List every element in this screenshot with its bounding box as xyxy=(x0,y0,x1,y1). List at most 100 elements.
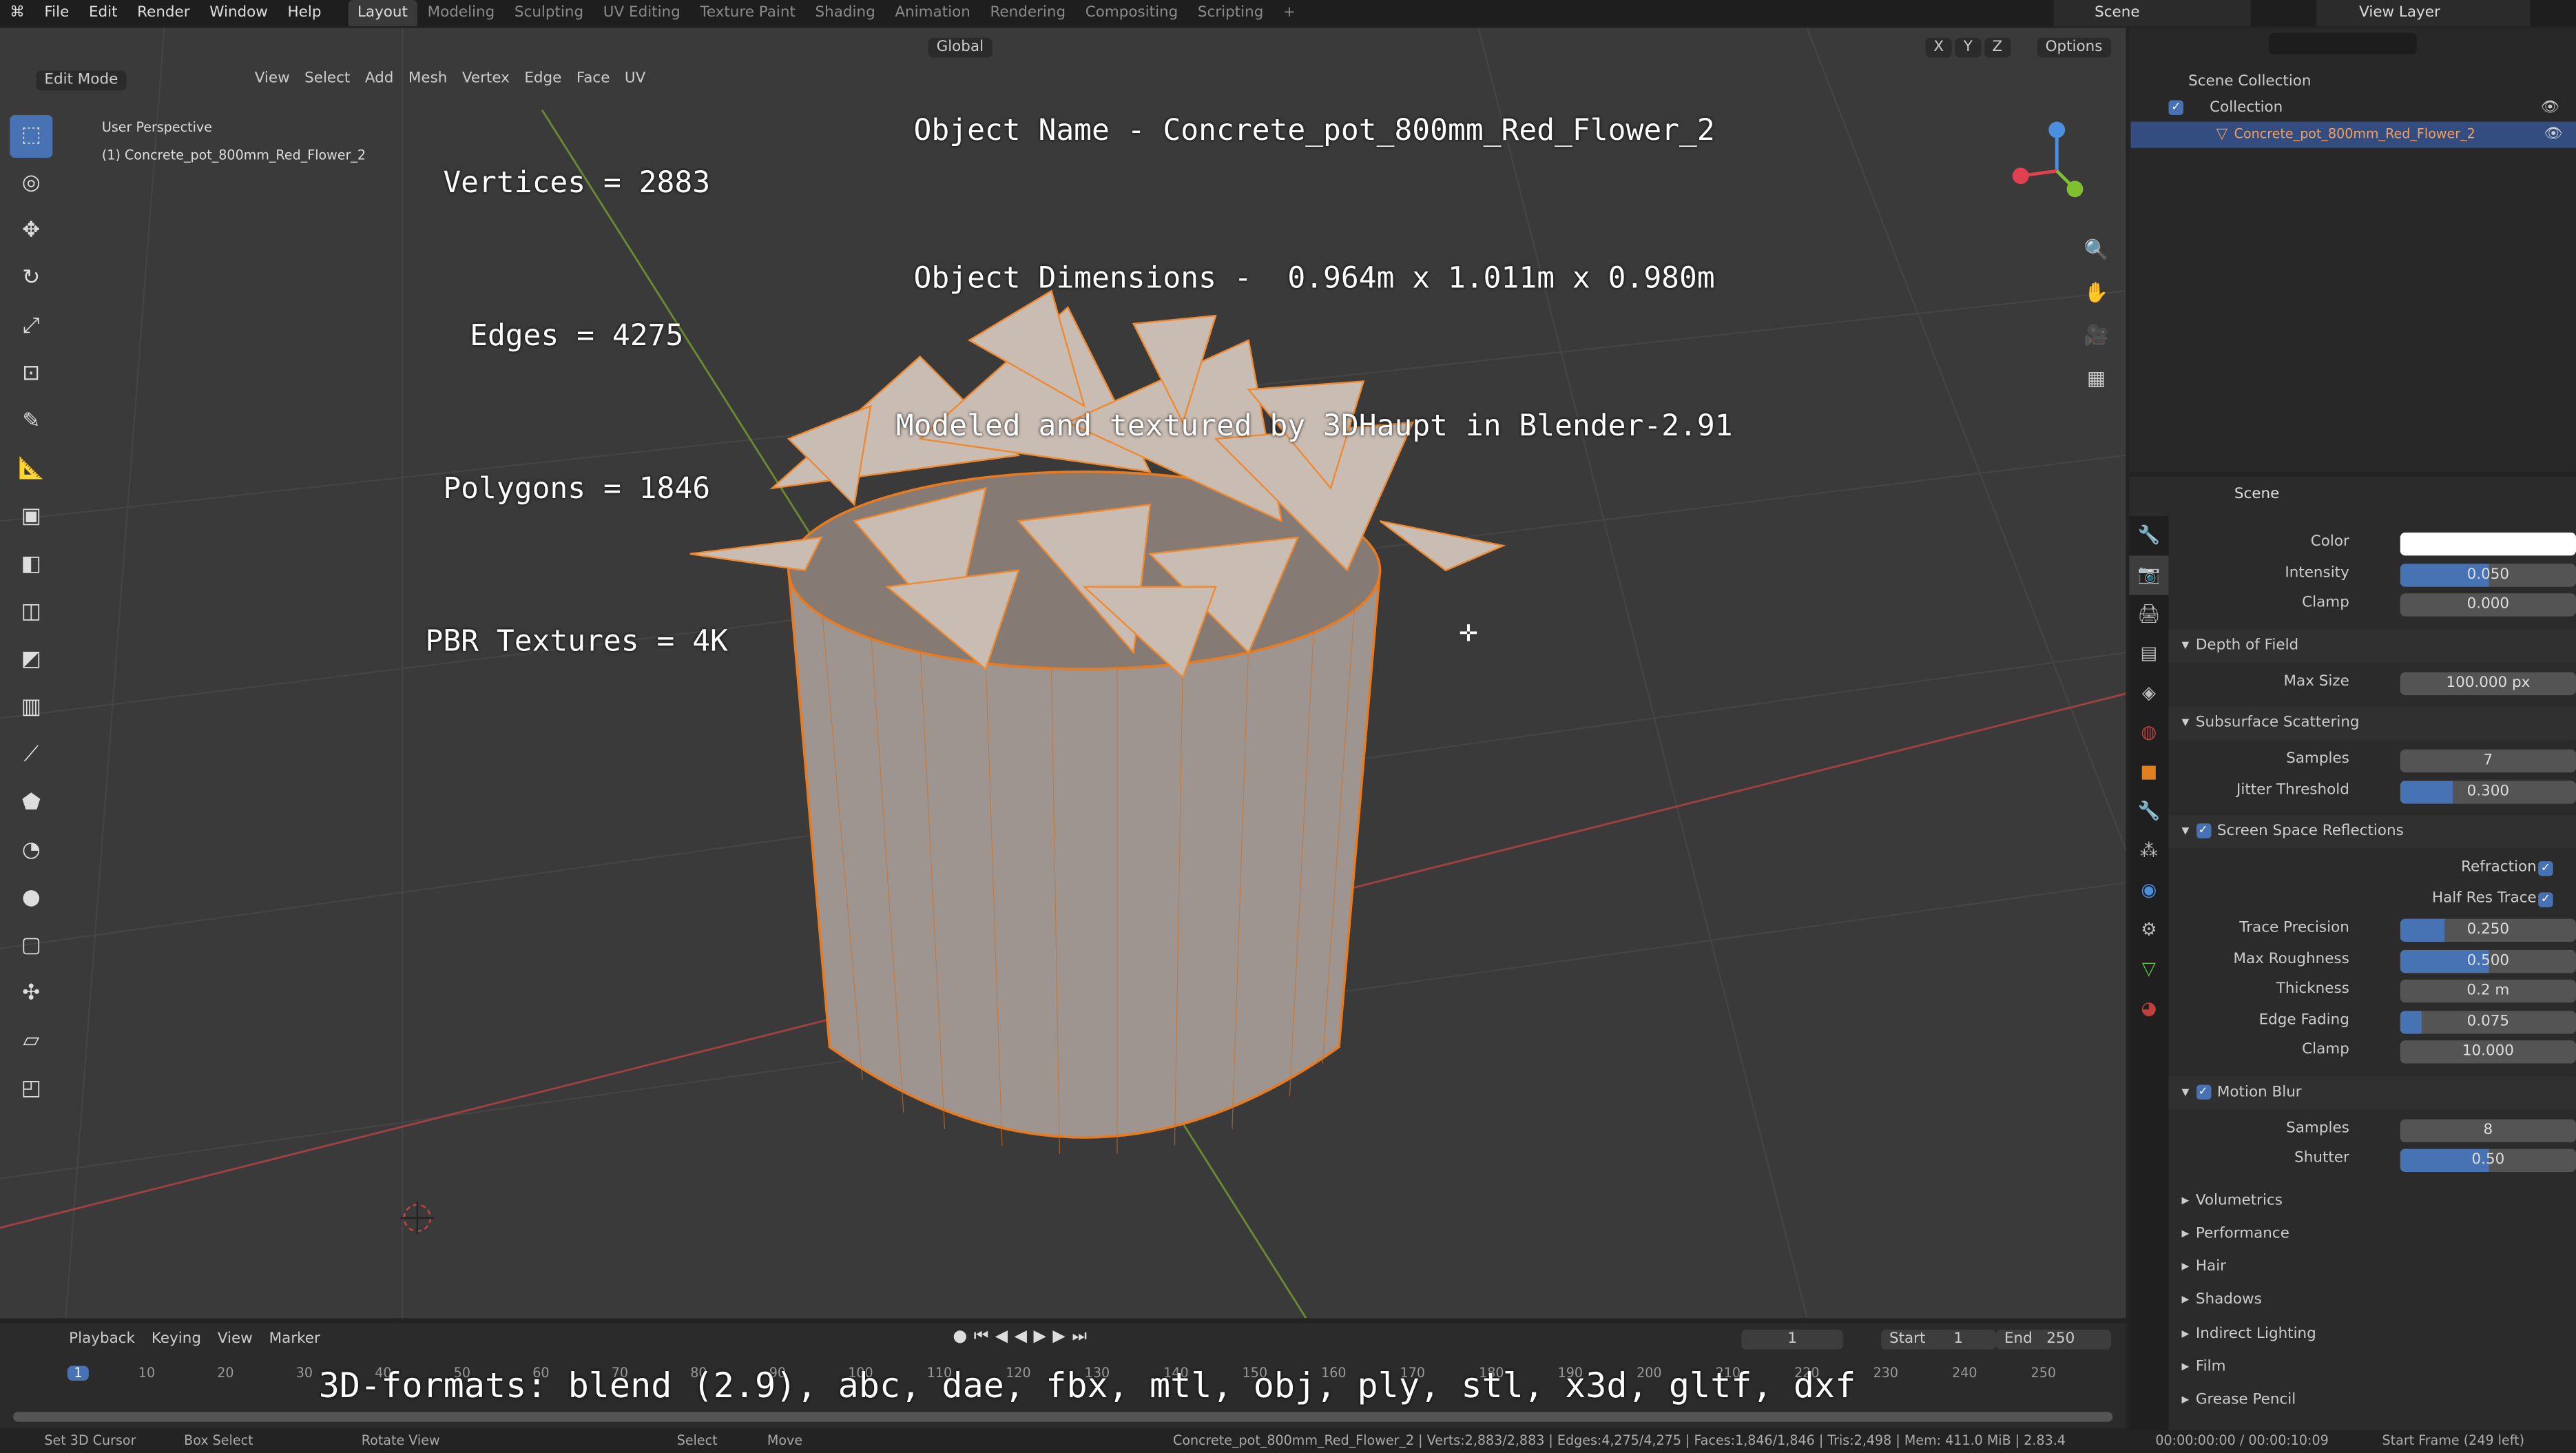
timeline-menu-view[interactable]: View xyxy=(218,1331,253,1348)
checkbox-row[interactable]: Refraction ✓ xyxy=(2168,855,2576,885)
panel-header[interactable]: ▾ Depth of Field xyxy=(2168,628,2576,662)
loop-cut-tool-icon[interactable]: ▥ xyxy=(10,687,52,730)
panel-header[interactable]: ▾ ✓ Screen Space Reflections xyxy=(2168,815,2576,849)
menu-window[interactable]: Window xyxy=(200,5,278,21)
playback-controls[interactable]: ●⏮◀◀▶▶⏭ xyxy=(953,1328,1093,1346)
object-row[interactable]: ▽ Concrete_pot_800mm_Red_Flower_2 👁 xyxy=(2130,121,2576,148)
property-field[interactable]: 0.500 xyxy=(2400,949,2576,973)
workspace-tab-modeling[interactable]: Modeling xyxy=(417,0,504,26)
data-tab-icon[interactable]: ▽ xyxy=(2129,950,2168,989)
rotate-tool-icon[interactable]: ↻ xyxy=(10,258,52,301)
rip-tool-icon[interactable]: ◰ xyxy=(10,1069,52,1111)
workspace-tab-layout[interactable]: Layout xyxy=(347,0,418,27)
workspace-tab--[interactable]: + xyxy=(1274,0,1306,26)
scale-tool-icon[interactable]: ⤢ xyxy=(10,306,52,349)
property-field[interactable]: 7 xyxy=(2400,749,2576,773)
measure-tool-icon[interactable]: 📐 xyxy=(10,449,52,491)
collapsed-panel[interactable]: ▸ Performance xyxy=(2168,1217,2576,1251)
workspace-tab-scripting[interactable]: Scripting xyxy=(1188,0,1274,26)
property-field[interactable]: 0.2 m xyxy=(2400,979,2576,1003)
collapsed-panel[interactable]: ▸ Shadows xyxy=(2168,1284,2576,1317)
timeline-menu-playback[interactable]: Playback xyxy=(69,1331,135,1348)
select-box-tool-icon[interactable]: ⬚ xyxy=(10,114,53,158)
mirror-x-toggle[interactable]: X xyxy=(1925,37,1953,58)
collection-checkbox[interactable]: ✓ xyxy=(2168,100,2183,115)
scene-tab-icon[interactable]: ◈ xyxy=(2129,674,2168,713)
collapsed-panel[interactable]: ▸ Grease Pencil xyxy=(2168,1384,2576,1418)
property-field[interactable]: 0.300 xyxy=(2400,780,2576,803)
timeline-menu-marker[interactable]: Marker xyxy=(269,1331,320,1348)
inset-tool-icon[interactable]: ◫ xyxy=(10,592,52,635)
extrude-tool-icon[interactable]: ◧ xyxy=(10,544,52,587)
transform-tool-icon[interactable]: ⊡ xyxy=(10,353,52,396)
checkbox[interactable]: ✓ xyxy=(2538,861,2553,876)
shear-tool-icon[interactable]: ▱ xyxy=(10,1021,52,1064)
panel-enable-checkbox[interactable]: ✓ xyxy=(2195,1084,2211,1099)
3d-viewport[interactable]: Edit Mode View Select Add Mesh Vertex Edge Fac… xyxy=(0,28,2126,1319)
view-layer-selector[interactable]: View Layer xyxy=(2316,0,2531,27)
panel-header[interactable]: ▾ ✓ Motion Blur xyxy=(2168,1075,2576,1109)
workspace-tab-texture-paint[interactable]: Texture Paint xyxy=(690,0,805,26)
cursor-tool-icon[interactable]: ◎ xyxy=(10,163,52,205)
property-field[interactable]: 0.250 xyxy=(2400,918,2576,942)
timeline-scrollbar[interactable] xyxy=(13,1412,2113,1422)
render-tab-icon[interactable]: 📷 xyxy=(2129,555,2169,595)
collection-row[interactable]: ✓ Collection 👁 xyxy=(2162,95,2573,121)
blender-logo-icon[interactable]: ⌘ xyxy=(0,5,34,21)
viewport-menu-select[interactable]: Select xyxy=(304,71,350,87)
menu-edit[interactable]: Edit xyxy=(79,5,127,21)
menu-file[interactable]: File xyxy=(34,5,79,21)
eye-icon[interactable]: 👁 xyxy=(2541,95,2559,121)
property-field[interactable]: 0.50 xyxy=(2400,1148,2576,1173)
move-tool-icon[interactable]: ✥ xyxy=(10,210,52,253)
collapsed-panel[interactable]: ▸ Hair xyxy=(2168,1250,2576,1284)
panel-header[interactable]: ▾ Subsurface Scattering xyxy=(2168,706,2576,740)
property-field[interactable]: 0.075 xyxy=(2400,1010,2576,1033)
property-field[interactable]: 8 xyxy=(2400,1118,2576,1142)
modifier-tab-icon[interactable]: 🔧 xyxy=(2129,792,2168,832)
bevel-tool-icon[interactable]: ◩ xyxy=(10,639,52,682)
checkbox[interactable]: ✓ xyxy=(2538,892,2553,907)
options-button[interactable]: Options xyxy=(2037,37,2111,58)
particles-tab-icon[interactable]: ⁂ xyxy=(2129,832,2168,871)
viewport-menu-view[interactable]: View xyxy=(255,71,290,87)
checkbox-row[interactable]: Half Res Trace ✓ xyxy=(2168,885,2576,915)
property-field[interactable]: 0.050 xyxy=(2400,563,2576,586)
menu-render[interactable]: Render xyxy=(127,5,200,21)
smooth-tool-icon[interactable]: ● xyxy=(10,878,52,920)
mirror-y-toggle[interactable]: Y xyxy=(1955,37,1981,58)
start-frame-field[interactable]: Start 1 xyxy=(1881,1330,1997,1350)
material-tab-icon[interactable]: ◕ xyxy=(2129,989,2168,1029)
poly-build-tool-icon[interactable]: ⬟ xyxy=(10,783,52,825)
viewport-menu-add[interactable]: Add xyxy=(365,71,394,87)
workspace-tab-uv-editing[interactable]: UV Editing xyxy=(593,0,690,26)
pan-hand-icon[interactable]: ✋ xyxy=(2080,271,2113,314)
workspace-tab-animation[interactable]: Animation xyxy=(885,0,980,26)
property-field[interactable]: 0.000 xyxy=(2400,593,2576,617)
timeline-menu-keying[interactable]: Keying xyxy=(152,1331,201,1348)
menu-help[interactable]: Help xyxy=(278,5,331,21)
constraints-tab-icon[interactable]: ⚙ xyxy=(2129,911,2168,950)
collapsed-panel[interactable]: ▸ Film xyxy=(2168,1351,2576,1384)
scene-selector[interactable]: Scene xyxy=(2053,0,2251,27)
workspace-tab-compositing[interactable]: Compositing xyxy=(1075,0,1187,26)
collapsed-panel[interactable]: ▸ Indirect Lighting xyxy=(2168,1317,2576,1351)
mode-selector[interactable]: Edit Mode xyxy=(36,70,127,91)
spin-tool-icon[interactable]: ◔ xyxy=(10,830,52,873)
workspace-tab-sculpting[interactable]: Sculpting xyxy=(505,0,594,26)
world-tab-icon[interactable]: ◍ xyxy=(2129,713,2168,752)
physics-tab-icon[interactable]: ◉ xyxy=(2129,871,2168,910)
shrink-fatten-tool-icon[interactable]: ✣ xyxy=(10,973,52,1016)
zoom-icon[interactable]: 🔍 xyxy=(2080,229,2113,271)
eye-icon[interactable]: 👁 xyxy=(2544,122,2563,148)
end-frame-field[interactable]: End 250 xyxy=(1996,1330,2111,1350)
edge-slide-tool-icon[interactable]: ▢ xyxy=(10,925,52,968)
current-frame-field[interactable]: 1 xyxy=(1741,1330,1844,1350)
annotate-tool-icon[interactable]: ✎ xyxy=(10,401,52,444)
output-tab-icon[interactable]: 🖨 xyxy=(2129,595,2168,635)
workspace-tab-shading[interactable]: Shading xyxy=(805,0,885,26)
knife-tool-icon[interactable]: ⟋ xyxy=(10,734,52,777)
object-tab-icon[interactable]: ■ xyxy=(2129,753,2168,792)
tool-tab-icon[interactable]: 🔧 xyxy=(2129,516,2168,555)
property-field[interactable]: 10.000 xyxy=(2400,1040,2576,1064)
